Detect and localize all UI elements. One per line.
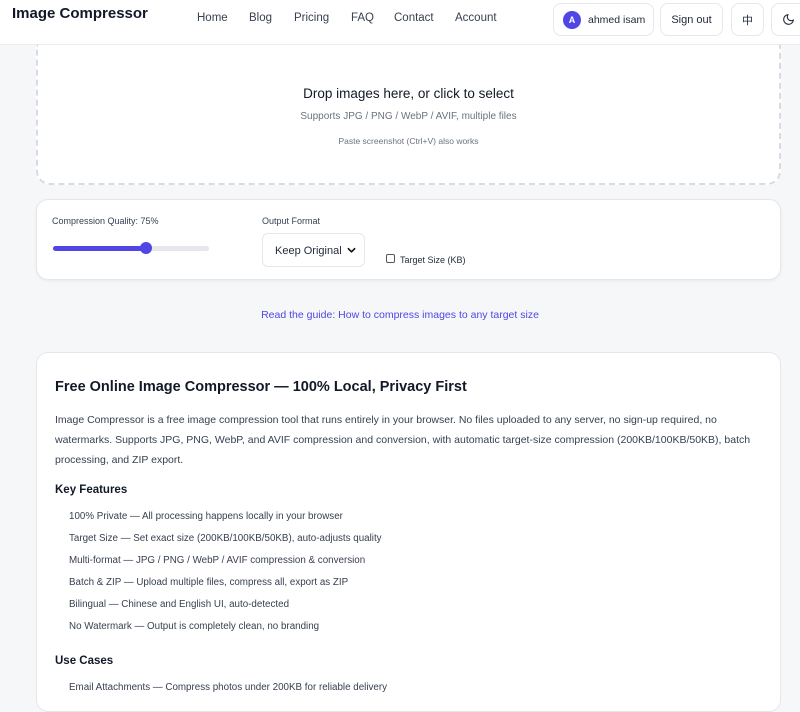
feature-item: No Watermark — Output is completely clea… [69, 621, 320, 632]
quality-label: Compression Quality: 75% [52, 216, 159, 226]
chevron-down-icon [347, 247, 356, 253]
use-cases-heading: Use Cases [55, 655, 114, 667]
feature-item: Target Size — Set exact size (200KB/100K… [69, 533, 382, 544]
nav-contact[interactable]: Contact [394, 12, 434, 24]
output-format-select[interactable]: Keep Original [262, 233, 365, 267]
nav-blog[interactable]: Blog [249, 12, 272, 24]
target-size-label[interactable]: Target Size (KB) [400, 255, 466, 265]
dropzone-title: Drop images here, or click to select [303, 86, 514, 101]
user-name: ahmed isam [588, 14, 646, 26]
top-header: Image Compressor Home Blog Pricing FAQ C… [0, 0, 800, 45]
image-dropzone[interactable]: Drop images here, or click to select Sup… [36, 45, 781, 185]
slider-fill [53, 246, 146, 251]
nav-pricing[interactable]: Pricing [294, 12, 329, 24]
nav-faq[interactable]: FAQ [351, 12, 374, 24]
language-toggle-button[interactable]: 中 [731, 3, 764, 36]
intro-paragraph: Image Compressor is a free image compres… [55, 414, 751, 466]
moon-icon [783, 14, 794, 25]
feature-item: 100% Private — All processing happens lo… [69, 511, 343, 522]
target-size-checkbox[interactable] [386, 254, 395, 263]
seo-content-card: Free Online Image Compressor — 100% Loca… [36, 352, 781, 712]
features-heading: Key Features [55, 484, 128, 496]
dropzone-supported-formats: Supports JPG / PNG / WebP / AVIF, multip… [300, 111, 517, 122]
use-case-item: Email Attachments — Compress photos unde… [69, 682, 388, 693]
nav-home[interactable]: Home [197, 12, 228, 24]
avatar: A [563, 11, 581, 29]
slider-thumb[interactable] [140, 242, 152, 254]
theme-toggle-button[interactable] [771, 3, 800, 36]
user-menu[interactable]: A ahmed isam [553, 3, 654, 36]
feature-item: Bilingual — Chinese and English UI, auto… [69, 599, 290, 610]
output-format-value: Keep Original [275, 245, 342, 257]
dropzone-paste-hint: Paste screenshot (Ctrl+V) also works [338, 136, 479, 146]
nav-account[interactable]: Account [455, 12, 497, 24]
page-title: Free Online Image Compressor — 100% Loca… [55, 379, 467, 395]
output-format-label: Output Format [262, 216, 321, 226]
quality-slider[interactable] [53, 242, 209, 254]
feature-item: Batch & ZIP — Upload multiple files, com… [69, 577, 349, 588]
brand-logo[interactable]: Image Compressor [12, 5, 148, 22]
compression-options-panel: Compression Quality: 75% Output Format K… [36, 199, 781, 280]
sign-out-button[interactable]: Sign out [660, 3, 723, 36]
feature-item: Multi-format — JPG / PNG / WebP / AVIF c… [69, 555, 366, 566]
guide-link[interactable]: Read the guide: How to compress images t… [0, 309, 800, 321]
